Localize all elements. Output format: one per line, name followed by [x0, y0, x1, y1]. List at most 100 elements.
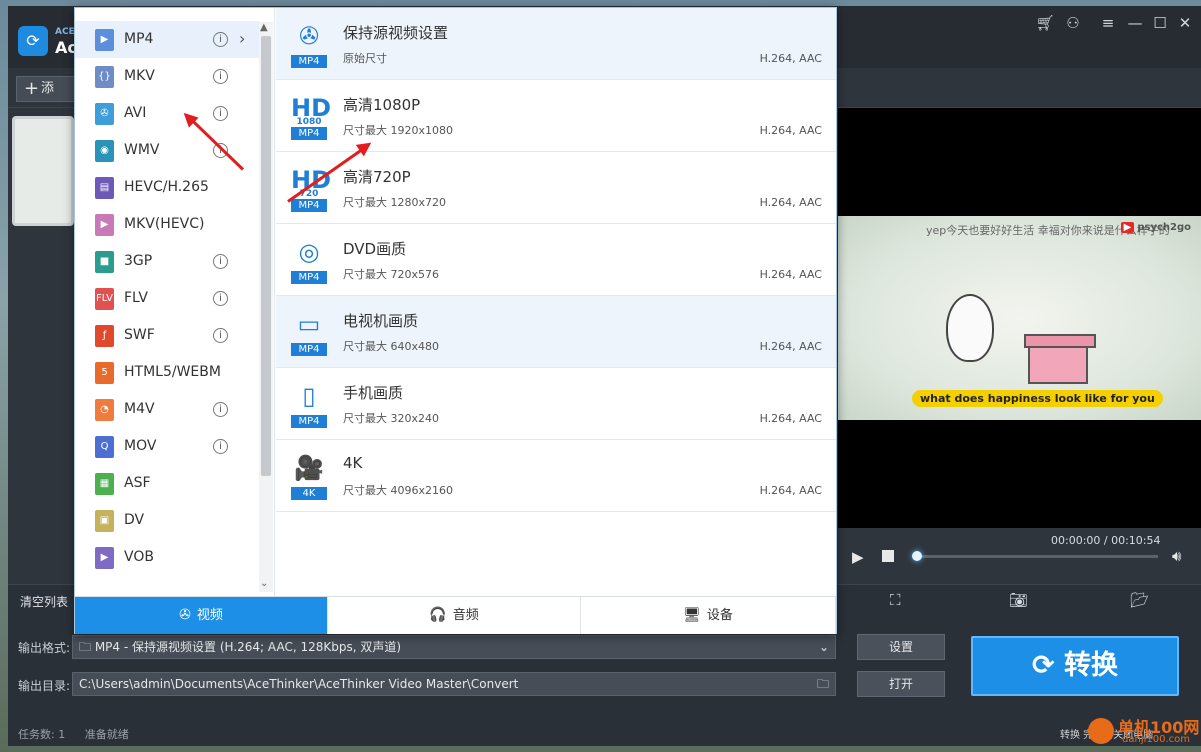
format-item-m4v[interactable]: ◔ M4V i: [75, 391, 259, 428]
clear-list-button[interactable]: 清空列表: [20, 593, 76, 610]
preset-codec: H.264, AAC: [759, 340, 822, 353]
progress-knob[interactable]: [912, 551, 922, 561]
preset-codec: H.264, AAC: [759, 484, 822, 497]
info-icon[interactable]: i: [213, 69, 228, 84]
scrollbar-thumb[interactable]: [261, 36, 271, 476]
volume-icon[interactable]: 🔊︎: [1172, 547, 1181, 565]
chevron-right-icon: ›: [239, 29, 246, 48]
preset-badge: MP4: [291, 343, 327, 356]
preset-title: 电视机画质: [343, 312, 419, 330]
preset-badge: 4K: [291, 487, 327, 500]
format-label: MKV(HEVC): [124, 216, 205, 232]
preset-codec: H.264, AAC: [759, 52, 822, 65]
preset-codec: H.264, AAC: [759, 196, 822, 209]
preset-size: 尺寸最大 320x240: [343, 412, 439, 425]
open-button[interactable]: 打开: [857, 671, 945, 697]
user-icon[interactable]: ⚇: [1062, 14, 1084, 32]
status-bar: 任务数: 1 准备就绪: [18, 726, 145, 742]
format-file-icon: ◉: [95, 140, 114, 162]
preset-badge: MP4: [291, 199, 327, 212]
preset-row[interactable]: ▭ MP4 电视机画质 尺寸最大 640x480 H.264, AAC: [276, 296, 836, 368]
format-item-mkv-hevc-[interactable]: ▶ MKV(HEVC): [75, 206, 259, 243]
format-item-asf[interactable]: ▦ ASF: [75, 465, 259, 502]
info-icon[interactable]: i: [213, 439, 228, 454]
task-count: 任务数: 1: [18, 728, 66, 741]
maximize-icon[interactable]: ☐: [1149, 14, 1171, 32]
format-item-html5-webm[interactable]: 5 HTML5/WEBM: [75, 354, 259, 391]
info-icon[interactable]: i: [213, 32, 228, 47]
devices-icon: 🖥: [683, 607, 701, 623]
crop-icon[interactable]: ⛶: [890, 591, 901, 609]
progress-track[interactable]: [914, 555, 1158, 558]
tab-video[interactable]: ✇ 视频: [75, 597, 328, 634]
cart-icon[interactable]: 🛒︎: [1034, 14, 1056, 32]
info-icon[interactable]: i: [213, 328, 228, 343]
preset-badge: MP4: [291, 271, 327, 284]
settings-button[interactable]: 设置: [857, 634, 945, 660]
browse-folder-icon[interactable]: 🗀: [817, 673, 829, 695]
plus-icon: +: [24, 78, 40, 99]
play-icon[interactable]: ▶: [852, 548, 864, 566]
tab-device[interactable]: 🖥 设备: [581, 597, 836, 634]
format-item-avi[interactable]: ✇ AVI i: [75, 95, 259, 132]
format-label: FLV: [124, 290, 148, 306]
format-item-mov[interactable]: Q MOV i: [75, 428, 259, 465]
format-item-3gp[interactable]: ■ 3GP i: [75, 243, 259, 280]
video-preview[interactable]: yep今天也要好好生活 幸福对你来说是什么样子的 ▶ psych2go what …: [838, 108, 1201, 528]
stop-icon[interactable]: [882, 550, 894, 562]
format-label: MP4: [124, 31, 154, 47]
format-label: ASF: [124, 475, 151, 491]
preset-row[interactable]: ▯ MP4 手机画质 尺寸最大 320x240 H.264, AAC: [276, 368, 836, 440]
gift-box: [1024, 334, 1096, 384]
category-tabs: ✇ 视频 🎧 音频 🖥 设备: [75, 596, 836, 634]
preset-glyph-icon: ▭: [297, 310, 321, 338]
preset-row[interactable]: ◎ MP4 DVD画质 尺寸最大 720x576 H.264, AAC: [276, 224, 836, 296]
status-text: 准备就绪: [84, 728, 129, 741]
preset-size: 原始尺寸: [343, 52, 387, 65]
preset-badge: MP4: [291, 55, 327, 68]
format-item-vob[interactable]: ▶ VOB: [75, 539, 259, 576]
preset-list: ✇ MP4 保持源视频设置 原始尺寸 H.264, AAC HD 1080 MP4 高清1080…: [276, 8, 836, 596]
channel-badge: ▶ psych2go: [1120, 222, 1191, 233]
preset-icon: ◎ MP4: [291, 236, 327, 284]
preset-title: 保持源视频设置: [343, 24, 449, 42]
output-dir-field[interactable]: C:\Users\admin\Documents\AceThinker\AceT…: [72, 672, 836, 696]
info-icon[interactable]: i: [213, 254, 228, 269]
menu-icon[interactable]: ≡: [1097, 14, 1119, 32]
info-icon[interactable]: i: [213, 291, 228, 306]
info-icon[interactable]: i: [213, 402, 228, 417]
format-scrollbar[interactable]: ▲ ⌄: [259, 22, 273, 592]
tab-audio[interactable]: 🎧 音频: [328, 597, 581, 634]
format-item-mp4[interactable]: ▶ MP4 i ›: [75, 21, 259, 58]
output-format-select[interactable]: 🗀 MP4 - 保持源视频设置 (H.264; AAC, 128Kbps, 双声…: [72, 635, 836, 659]
format-item-hevc-h-265[interactable]: ▤ HEVC/H.265: [75, 169, 259, 206]
format-file-icon: 5: [95, 362, 114, 384]
scroll-down-icon[interactable]: ⌄: [260, 578, 268, 589]
info-icon[interactable]: i: [213, 106, 228, 121]
format-list: ▶ VOB ▣ DV ▦ ASF Q MOV i ◔ M4V i 5 HTML5/WEBM ƒ SWF i FLV…: [75, 8, 275, 596]
format-label: WMV: [124, 142, 160, 158]
snapshot-icon[interactable]: 📷︎: [1009, 591, 1028, 609]
format-label: 3GP: [124, 253, 153, 269]
convert-button[interactable]: ⟳ 转换: [971, 636, 1179, 696]
format-item-wmv[interactable]: ◉WMVi: [75, 132, 259, 169]
output-dir-label: 输出目录:: [18, 679, 71, 693]
preset-row[interactable]: ✇ MP4 保持源视频设置 原始尺寸 H.264, AAC: [276, 8, 836, 80]
preset-glyph-icon: ◎: [298, 238, 320, 266]
format-item-flv[interactable]: FLV FLV i: [75, 280, 259, 317]
preset-row[interactable]: HD 720 MP4 高清720P 尺寸最大 1280x720 H.264, AAC: [276, 152, 836, 224]
scroll-up-icon[interactable]: ▲: [260, 22, 268, 33]
format-item-mkv[interactable]: {} MKV i: [75, 58, 259, 95]
format-label: MOV: [124, 438, 157, 454]
preset-row[interactable]: 🎥 4K 4K 尺寸最大 4096x2160 H.264, AAC: [276, 440, 836, 512]
close-icon[interactable]: ✕: [1174, 14, 1196, 32]
preset-icon: 🎥 4K: [291, 452, 327, 500]
format-item-swf[interactable]: ƒ SWF i: [75, 317, 259, 354]
minimize-icon[interactable]: —: [1124, 14, 1146, 32]
app-logo-icon: ⟳: [18, 26, 48, 56]
video-thumbnail[interactable]: [12, 116, 74, 226]
add-file-button[interactable]: + 添: [16, 76, 78, 102]
open-folder-icon[interactable]: 📂︎: [1130, 591, 1149, 609]
format-item-dv[interactable]: ▣ DV: [75, 502, 259, 539]
preset-badge: MP4: [291, 415, 327, 428]
